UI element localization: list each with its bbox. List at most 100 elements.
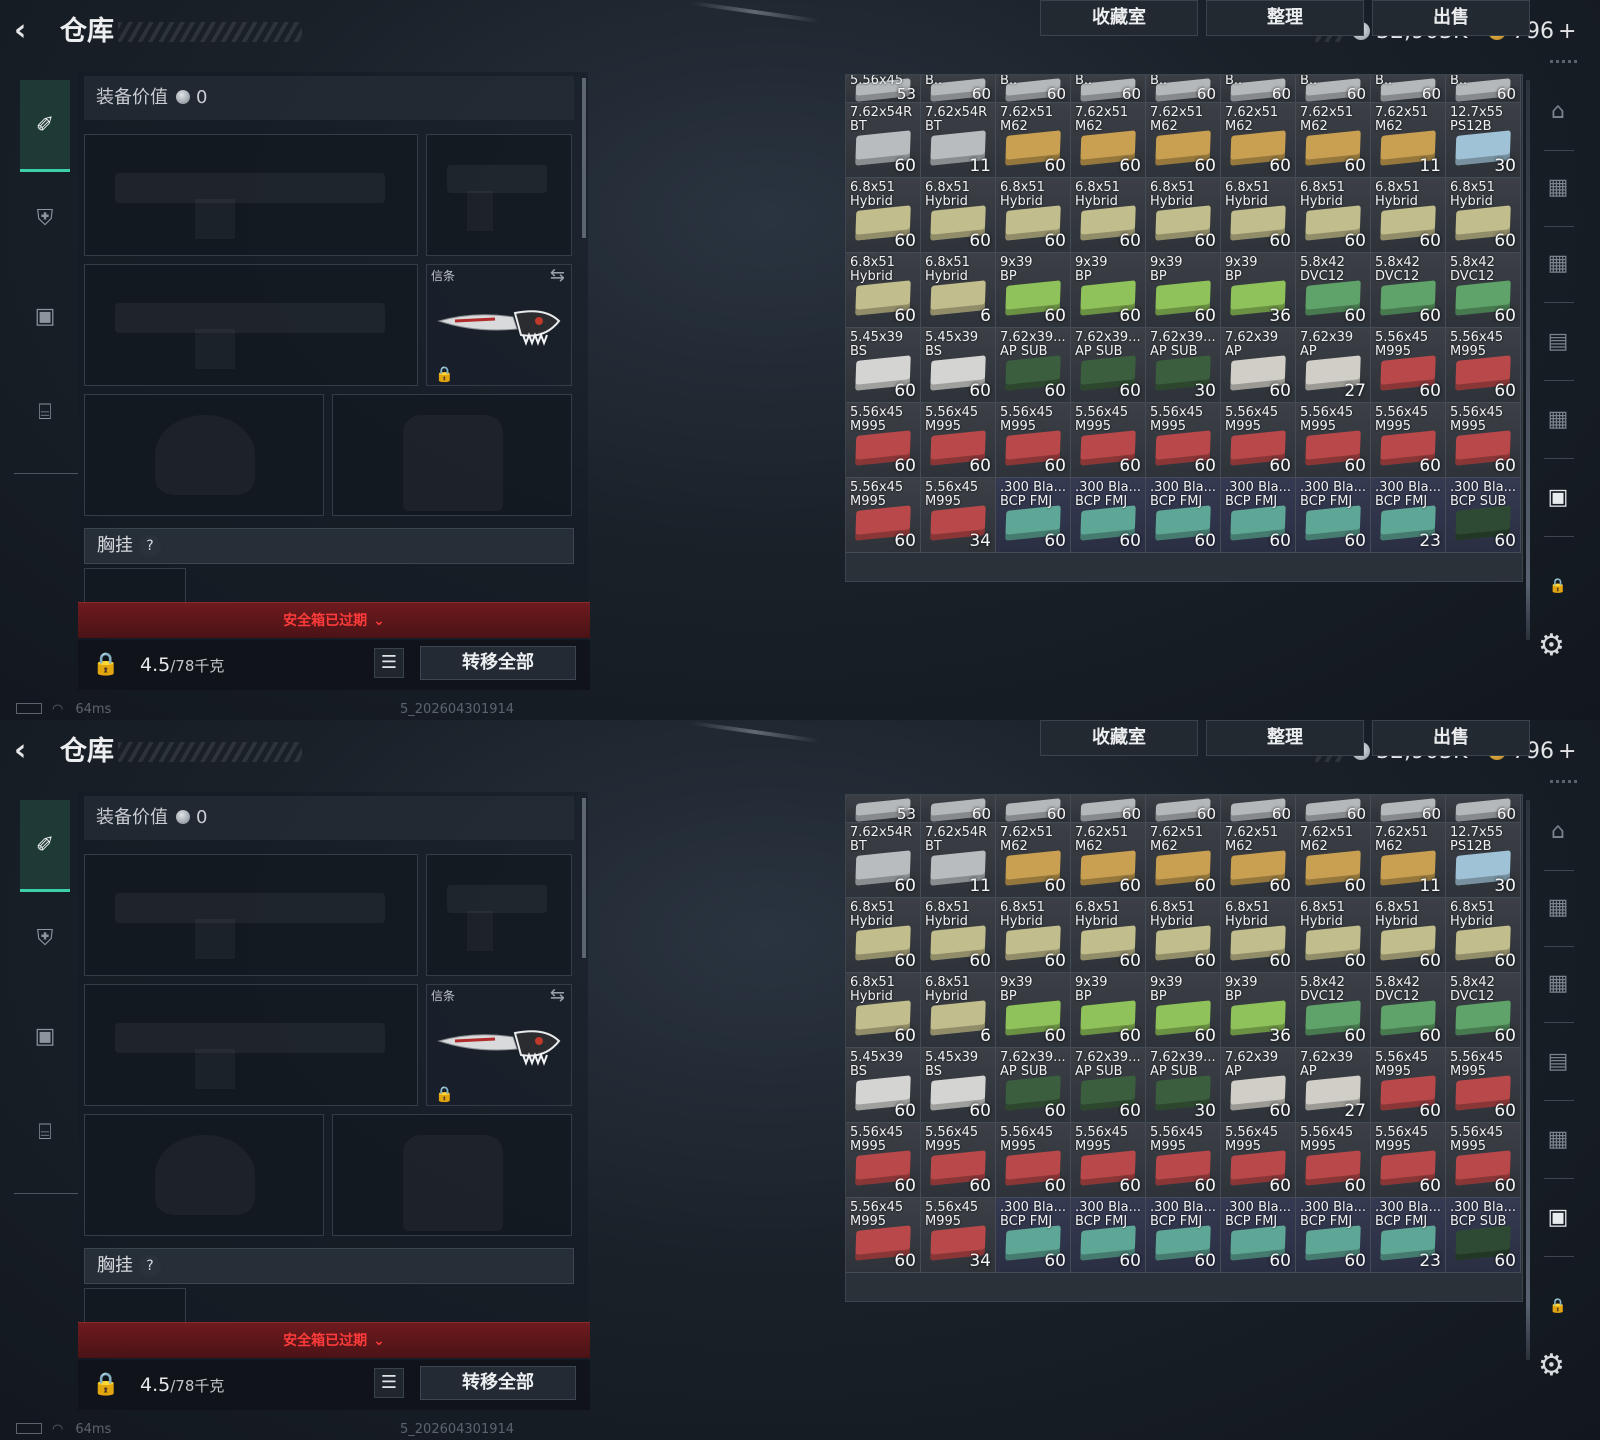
ammo-cell[interactable]: 60 bbox=[1146, 795, 1221, 823]
ammo-cell[interactable]: 7.62x39... AP SUB 60 bbox=[1071, 328, 1146, 403]
ammo-cell[interactable]: 5.56x45 M995 60 bbox=[846, 1123, 921, 1198]
ammo-cell[interactable]: 6.8x51 Hybrid 60 bbox=[846, 253, 921, 328]
ammo-cell[interactable]: 5.56x45 M995 60 bbox=[921, 403, 996, 478]
ammo-cell[interactable]: 5.56x45 53 bbox=[846, 75, 921, 103]
ammo-cell[interactable]: 6.8x51 Hybrid 60 bbox=[1146, 898, 1221, 973]
ammo-cell[interactable]: 7.62x39 AP 27 bbox=[1296, 1048, 1371, 1123]
ammo-cell[interactable]: 7.62x51 M62 60 bbox=[1146, 103, 1221, 178]
back-arrow-icon[interactable]: ‹ bbox=[14, 734, 44, 768]
body-armor-slot[interactable] bbox=[332, 1114, 572, 1236]
ammo-cell[interactable]: 5.8x42 DVC12 60 bbox=[1371, 973, 1446, 1048]
ammo-cell[interactable]: 9x39 BP 60 bbox=[996, 253, 1071, 328]
ammo-cell[interactable]: 7.62x39... AP SUB 30 bbox=[1146, 328, 1221, 403]
gear-icon[interactable]: ⚙ bbox=[1538, 628, 1565, 663]
chest-rig-header[interactable]: 胸挂? bbox=[84, 1248, 574, 1284]
ammo-cell[interactable]: 7.62x54R BT 60 bbox=[846, 103, 921, 178]
organize-button[interactable]: 整理 bbox=[1206, 720, 1364, 756]
ammo-cell[interactable]: 9x39 BP 60 bbox=[996, 973, 1071, 1048]
ammo-cell[interactable]: 5.45x39 BS 60 bbox=[846, 328, 921, 403]
add-gold-icon[interactable]: + bbox=[1558, 739, 1576, 764]
pistol-slot[interactable] bbox=[426, 134, 572, 256]
ammo-cell[interactable]: 7.62x39... AP SUB 30 bbox=[1146, 1048, 1221, 1123]
ammo-cell[interactable]: 5.56x45 M995 60 bbox=[996, 403, 1071, 478]
transfer-all-button[interactable]: 转移全部 bbox=[420, 646, 576, 680]
ammo-cell[interactable]: 5.56x45 M995 60 bbox=[1371, 1123, 1446, 1198]
ammo-cell[interactable]: B.. 60 bbox=[1296, 75, 1371, 103]
pistol-slot[interactable] bbox=[426, 854, 572, 976]
help-icon[interactable]: ? bbox=[139, 535, 161, 557]
ammo-cell[interactable]: 9x39 BP 60 bbox=[1071, 253, 1146, 328]
chest-rig-slot[interactable] bbox=[84, 568, 186, 604]
case-iv-icon[interactable]: ▦ bbox=[1536, 166, 1580, 210]
ammo-cell[interactable]: 5.56x45 M995 60 bbox=[1146, 1123, 1221, 1198]
ammo-cell[interactable]: 12.7x55 PS12B 30 bbox=[1446, 823, 1521, 898]
primary-weapon-slot[interactable] bbox=[84, 854, 418, 976]
ammo-cell[interactable]: 6.8x51 Hybrid 60 bbox=[1146, 178, 1221, 253]
organize-button[interactable]: 整理 bbox=[1206, 0, 1364, 36]
backpack-icon[interactable]: ⌂ bbox=[1536, 90, 1580, 134]
ammo-cell[interactable]: .300 Bla... BCP FMJ 60 bbox=[1146, 478, 1221, 553]
lock-icon[interactable]: 🔒 bbox=[1536, 1284, 1580, 1328]
ammo-cell[interactable]: 60 bbox=[1296, 795, 1371, 823]
ammo-cell[interactable]: B.. 60 bbox=[996, 75, 1071, 103]
ammo-cell[interactable]: .300 Bla... BCP FMJ 60 bbox=[1221, 1198, 1296, 1273]
ammo-cell[interactable]: 5.45x39 BS 60 bbox=[921, 328, 996, 403]
ammo-cell[interactable]: 5.56x45 M995 60 bbox=[1071, 403, 1146, 478]
ammo-cell[interactable]: 6.8x51 Hybrid 6 bbox=[921, 253, 996, 328]
list-view-icon[interactable]: ☰ bbox=[374, 1368, 404, 1398]
ammo-cell[interactable]: 7.62x51 M62 60 bbox=[1296, 103, 1371, 178]
ammo-cell[interactable]: 5.56x45 M995 34 bbox=[921, 478, 996, 553]
equipment-scrollbar[interactable] bbox=[582, 798, 586, 958]
ammo-cell[interactable]: 6.8x51 Hybrid 60 bbox=[1296, 898, 1371, 973]
transfer-all-button[interactable]: 转移全部 bbox=[420, 1366, 576, 1400]
weapons-tab-pistol-icon[interactable]: ✐ bbox=[20, 80, 70, 172]
ammo-cell[interactable]: .300 Bla... BCP FMJ 60 bbox=[1071, 1198, 1146, 1273]
case-iii-icon[interactable]: ▤ bbox=[1536, 320, 1580, 364]
ammo-cell[interactable]: 7.62x39... AP SUB 60 bbox=[1071, 1048, 1146, 1123]
ammo-cell[interactable]: 60 bbox=[1371, 795, 1446, 823]
ammo-cell[interactable]: 5.56x45 M995 34 bbox=[921, 1198, 996, 1273]
ammo-cell[interactable]: 5.56x45 M995 60 bbox=[1071, 1123, 1146, 1198]
ammo-cell[interactable]: 6.8x51 Hybrid 60 bbox=[1296, 178, 1371, 253]
ammo-cell[interactable]: 5.56x45 M995 60 bbox=[1296, 403, 1371, 478]
ammo-cell[interactable]: B.. 60 bbox=[921, 75, 996, 103]
swap-icon[interactable]: ⇆ bbox=[550, 985, 565, 1006]
collection-room-button[interactable]: 收藏室 bbox=[1040, 720, 1198, 756]
ammo-cell[interactable]: .300 Bla... BCP SUB 60 bbox=[1446, 478, 1521, 553]
ammo-cell[interactable]: 6.8x51 Hybrid 60 bbox=[846, 178, 921, 253]
ammo-cell[interactable]: 7.62x54R BT 11 bbox=[921, 823, 996, 898]
ammo-cell[interactable]: 60 bbox=[1446, 795, 1521, 823]
ammo-cell[interactable]: 7.62x51 M62 60 bbox=[1221, 823, 1296, 898]
armor-tab-vest-icon[interactable]: ⛨ bbox=[20, 914, 70, 964]
ammo-cell[interactable]: 6.8x51 Hybrid 60 bbox=[1221, 898, 1296, 973]
ammo-cell[interactable]: 7.62x51 M62 60 bbox=[1221, 103, 1296, 178]
ammo-cell[interactable]: B.. 60 bbox=[1221, 75, 1296, 103]
ammo-cell[interactable]: 7.62x51 M62 60 bbox=[996, 823, 1071, 898]
add-gold-icon[interactable]: + bbox=[1558, 19, 1576, 44]
ammo-cell[interactable]: 6.8x51 Hybrid 60 bbox=[1221, 178, 1296, 253]
ammo-cell[interactable]: 5.56x45 M995 60 bbox=[1371, 328, 1446, 403]
ammo-cell[interactable]: 5.8x42 DVC12 60 bbox=[1296, 253, 1371, 328]
collection-room-button[interactable]: 收藏室 bbox=[1040, 0, 1198, 36]
ammo-cell[interactable]: B.. 60 bbox=[1071, 75, 1146, 103]
ammo-cell[interactable]: 7.62x51 M62 11 bbox=[1371, 103, 1446, 178]
secondary-weapon-slot[interactable] bbox=[84, 984, 418, 1106]
ammo-cell[interactable]: 5.8x42 DVC12 60 bbox=[1446, 253, 1521, 328]
sell-button[interactable]: 出售 bbox=[1372, 0, 1530, 36]
ammo-cell[interactable]: 7.62x51 M62 60 bbox=[1071, 823, 1146, 898]
ammo-cell[interactable]: 5.56x45 M995 60 bbox=[846, 478, 921, 553]
ammo-cell[interactable]: 7.62x51 M62 60 bbox=[1146, 823, 1221, 898]
ammo-cell[interactable]: 7.62x54R BT 11 bbox=[921, 103, 996, 178]
toolbox-tab-icon[interactable]: ⌸ bbox=[20, 388, 70, 438]
melee-slot[interactable]: 信条 ⇆ 🔒 bbox=[426, 264, 572, 386]
case-iv-active-icon[interactable]: ▣ bbox=[1536, 476, 1580, 520]
ammo-cell[interactable]: 6.8x51 Hybrid 60 bbox=[1371, 898, 1446, 973]
safe-box-expired-banner[interactable]: 安全箱已过期 ⌄ bbox=[78, 1322, 590, 1358]
weapons-tab-pistol-icon[interactable]: ✐ bbox=[20, 800, 70, 892]
ammo-cell[interactable]: 60 bbox=[921, 795, 996, 823]
helmet-slot[interactable] bbox=[84, 1114, 324, 1236]
ammo-cell[interactable]: B.. 60 bbox=[1146, 75, 1221, 103]
ammo-cell[interactable]: .300 Bla... BCP FMJ 60 bbox=[1296, 1198, 1371, 1273]
ammo-cell[interactable]: 5.56x45 M995 60 bbox=[1221, 403, 1296, 478]
ammo-cell[interactable]: 60 bbox=[1221, 795, 1296, 823]
